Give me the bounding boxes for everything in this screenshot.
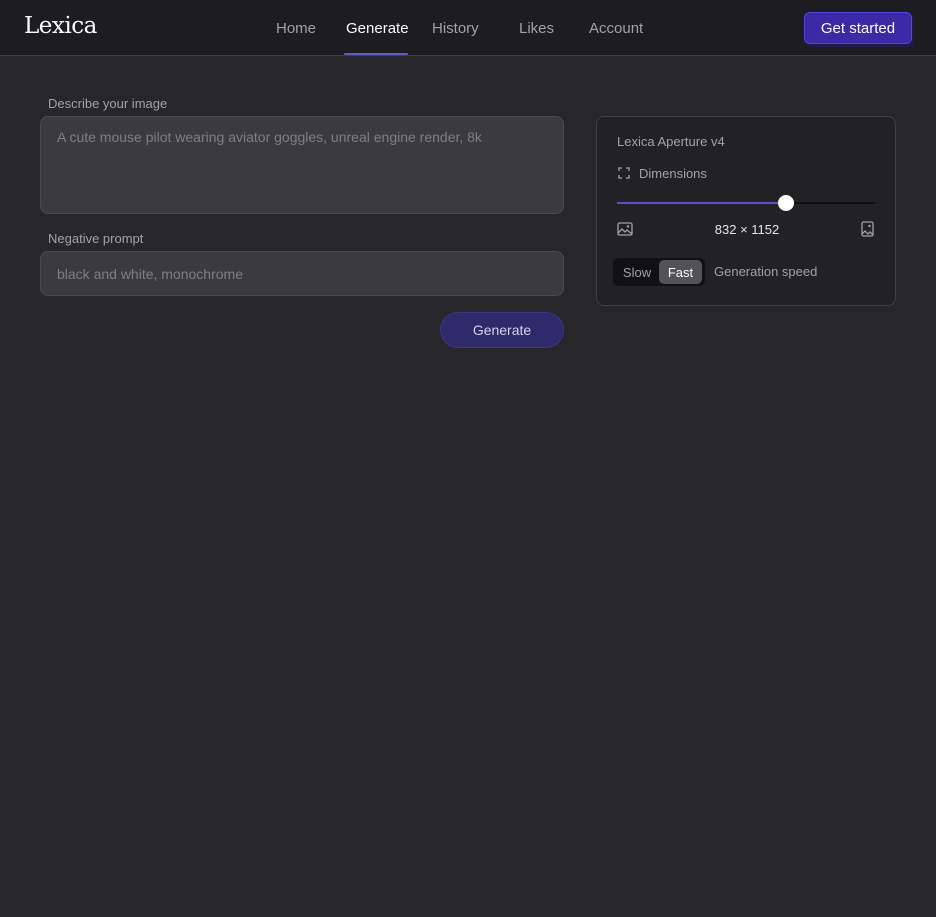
prompt-textarea[interactable]	[40, 116, 564, 214]
negative-prompt-input[interactable]	[40, 251, 564, 296]
dimensions-value: 832 × 1152	[714, 222, 780, 237]
negative-prompt-label: Negative prompt	[48, 231, 144, 246]
dimensions-label: Dimensions	[639, 166, 707, 181]
slider-fill	[617, 202, 786, 204]
nav-home[interactable]: Home	[276, 20, 316, 37]
nav-history[interactable]: History	[432, 20, 479, 37]
portrait-image-icon[interactable]	[861, 221, 874, 237]
nav-likes[interactable]: Likes	[519, 20, 554, 37]
nav-generate[interactable]: Generate	[346, 20, 409, 37]
slider-thumb[interactable]	[777, 195, 794, 211]
nav-account[interactable]: Account	[589, 20, 643, 37]
model-selector[interactable]: Lexica Aperture v4	[617, 134, 725, 149]
active-tab-indicator	[344, 53, 408, 55]
top-nav-bar: Lexica Home Generate History Likes Accou…	[0, 0, 936, 56]
speed-toggle: Slow Fast	[613, 258, 705, 286]
landscape-image-icon[interactable]	[617, 222, 633, 236]
speed-fast-option[interactable]: Fast	[659, 260, 702, 284]
speed-slow-option[interactable]: Slow	[615, 260, 659, 284]
settings-panel: Lexica Aperture v4 Dimensions 832 × 1152…	[596, 116, 896, 306]
lexica-logo[interactable]: Lexica	[24, 13, 97, 39]
dimensions-slider[interactable]	[617, 195, 875, 211]
generate-button[interactable]: Generate	[440, 312, 564, 348]
prompt-label: Describe your image	[48, 96, 168, 111]
get-started-button[interactable]: Get started	[804, 12, 912, 44]
generation-speed-label: Generation speed	[714, 264, 818, 279]
expand-icon	[618, 167, 630, 179]
